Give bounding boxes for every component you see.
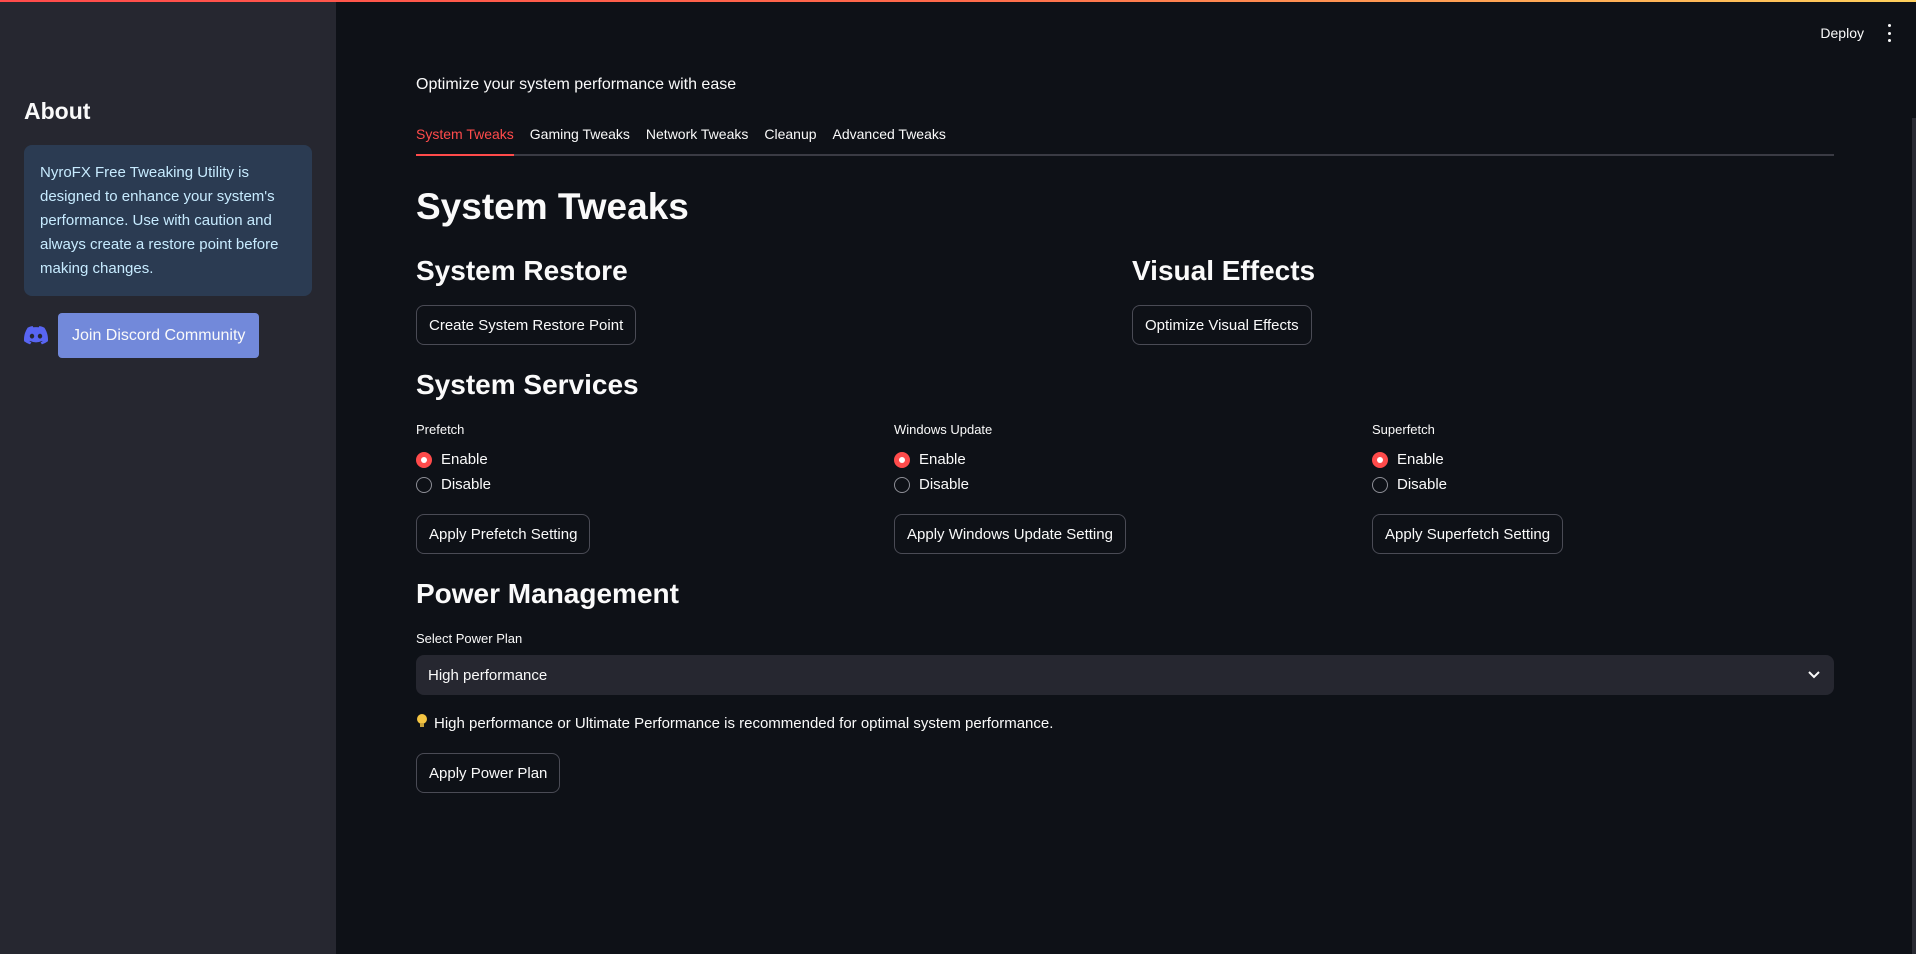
apply-windows-update-button[interactable]: Apply Windows Update Setting xyxy=(894,514,1126,554)
superfetch-enable-option[interactable]: Enable xyxy=(1372,451,1444,468)
system-restore-heading: System Restore xyxy=(416,255,628,286)
system-services-heading: System Services xyxy=(416,369,639,400)
windows-update-disable-option[interactable]: Disable xyxy=(894,476,969,493)
power-management-heading: Power Management xyxy=(416,578,679,609)
option-label: Enable xyxy=(919,451,966,468)
superfetch-disable-option[interactable]: Disable xyxy=(1372,476,1447,493)
windows-update-enable-option[interactable]: Enable xyxy=(894,451,966,468)
top-decoration-bar xyxy=(0,0,1916,2)
discord-row: Join Discord Community xyxy=(24,313,260,358)
discord-icon xyxy=(24,326,48,346)
option-label: Enable xyxy=(441,451,488,468)
visual-effects-heading: Visual Effects xyxy=(1132,255,1316,286)
deploy-button[interactable]: Deploy xyxy=(1820,25,1864,41)
power-plan-tip: High performance or Ultimate Performance… xyxy=(416,713,1053,733)
option-label: Disable xyxy=(441,476,492,493)
tab-network-tweaks[interactable]: Network Tweaks xyxy=(646,120,748,156)
radio-unselected-icon xyxy=(894,476,910,493)
windows-update-label: Windows Update xyxy=(894,422,993,437)
chevron-down-icon xyxy=(1808,668,1822,682)
prefetch-label: Prefetch xyxy=(416,422,465,437)
tip-text: High performance or Ultimate Performance… xyxy=(434,714,1054,732)
option-label: Enable xyxy=(1397,451,1444,468)
tab-advanced-tweaks[interactable]: Advanced Tweaks xyxy=(833,120,946,156)
optimize-visual-effects-button[interactable]: Optimize Visual Effects xyxy=(1132,305,1312,345)
option-label: Disable xyxy=(919,476,970,493)
tab-gaming-tweaks[interactable]: Gaming Tweaks xyxy=(530,120,630,156)
tab-cleanup[interactable]: Cleanup xyxy=(764,120,816,156)
about-heading: About xyxy=(24,98,91,124)
page-subtitle: Optimize your system performance with ea… xyxy=(416,76,737,93)
tab-bar: System Tweaks Gaming Tweaks Network Twea… xyxy=(416,120,1834,156)
about-info-box: NyroFX Free Tweaking Utility is designed… xyxy=(24,145,312,296)
power-plan-label: Select Power Plan xyxy=(416,631,523,646)
lightbulb-icon xyxy=(416,713,428,733)
apply-power-plan-button[interactable]: Apply Power Plan xyxy=(416,753,561,793)
create-restore-point-button[interactable]: Create System Restore Point xyxy=(416,305,637,345)
prefetch-disable-option[interactable]: Disable xyxy=(416,476,491,493)
sidebar: About NyroFX Free Tweaking Utility is de… xyxy=(0,0,336,954)
scrollbar[interactable] xyxy=(1912,118,1916,954)
radio-selected-icon xyxy=(416,451,432,468)
power-plan-select[interactable]: High performance xyxy=(416,655,1834,695)
option-label: Disable xyxy=(1397,476,1448,493)
radio-unselected-icon xyxy=(1372,476,1388,493)
main-menu-icon[interactable] xyxy=(1882,24,1896,42)
join-discord-button[interactable]: Join Discord Community xyxy=(58,313,260,358)
radio-unselected-icon xyxy=(416,476,432,493)
page-title: System Tweaks xyxy=(416,186,689,227)
tab-system-tweaks[interactable]: System Tweaks xyxy=(416,120,514,156)
power-plan-value: High performance xyxy=(428,666,548,684)
radio-selected-icon xyxy=(1372,451,1388,468)
apply-prefetch-button[interactable]: Apply Prefetch Setting xyxy=(416,514,591,554)
superfetch-label: Superfetch xyxy=(1372,422,1435,437)
prefetch-enable-option[interactable]: Enable xyxy=(416,451,488,468)
apply-superfetch-button[interactable]: Apply Superfetch Setting xyxy=(1372,514,1564,554)
radio-selected-icon xyxy=(894,451,910,468)
app-header-actions: Deploy xyxy=(1820,24,1896,42)
